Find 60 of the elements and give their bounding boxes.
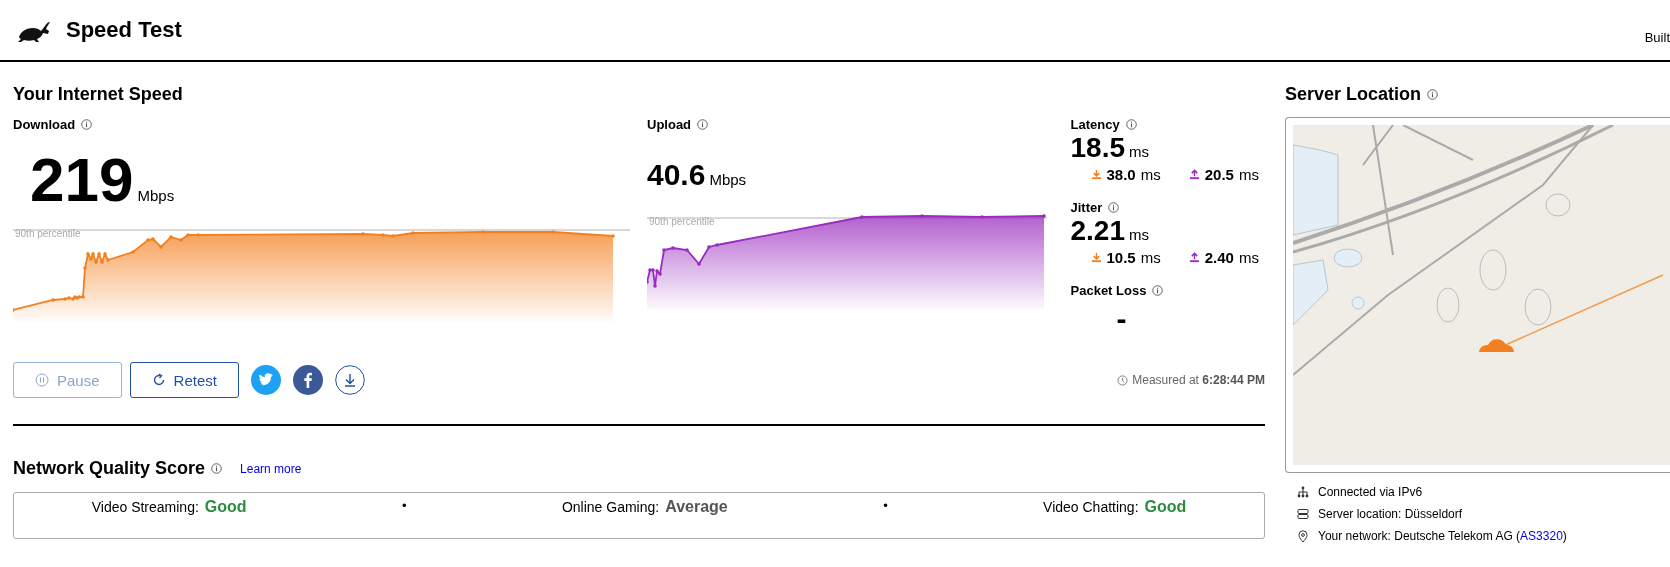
separator-dot: • <box>401 498 407 513</box>
score-label: Video Chatting: <box>1043 499 1139 515</box>
server-detail: Your network: Deutsche Telekom AG (AS3320) <box>1318 529 1567 543</box>
upload-latency: 2.40 ms <box>1204 249 1259 266</box>
latency-value: 18.5 <box>1070 132 1125 164</box>
clock-icon <box>1117 374 1129 386</box>
info-icon[interactable] <box>697 119 709 130</box>
packet-loss-value: - <box>1116 302 1127 335</box>
retest-button[interactable]: Retest <box>129 362 239 398</box>
info-icon[interactable] <box>81 119 93 130</box>
metric-label: Download <box>13 117 76 132</box>
measured-time: Measured at 6:28:44 PM <box>1132 373 1265 387</box>
server-detail: Server location: Düsseldorf <box>1318 507 1463 521</box>
download-icon[interactable] <box>334 365 365 395</box>
metric-label: Jitter <box>1070 200 1103 215</box>
section-title: Server Location <box>1285 83 1422 105</box>
learn-more-link[interactable]: Learn more <box>240 461 302 476</box>
score-rating: Good <box>204 498 247 516</box>
unit-label: Mbps <box>709 171 747 188</box>
score-label: Online Gaming: <box>561 499 660 515</box>
info-icon[interactable] <box>211 463 223 474</box>
unit-label: ms <box>1129 226 1149 243</box>
network-icon <box>1297 486 1309 498</box>
info-icon[interactable] <box>1152 285 1164 296</box>
section-title: Your Internet Speed <box>13 83 183 105</box>
download-latency: 10.5 ms <box>1106 249 1161 266</box>
score-label: Video Streaming: <box>91 499 199 515</box>
download-icon <box>1090 169 1102 180</box>
info-icon[interactable] <box>1108 202 1120 213</box>
server-detail: Connected via IPv6 <box>1318 485 1423 499</box>
unit-label: ms <box>1129 143 1149 160</box>
metric-label: Upload <box>647 117 692 132</box>
download-latency: 38.0 ms <box>1106 166 1161 183</box>
app-title: Speed Test <box>66 17 182 43</box>
upload-latency: 20.5 ms <box>1204 166 1259 183</box>
separator-dot: • <box>883 498 888 513</box>
upload-speed: 40.6 <box>647 158 706 192</box>
download-speed: 219 <box>30 144 134 215</box>
info-icon[interactable] <box>1125 119 1137 130</box>
asn-link[interactable]: AS3320 <box>1520 529 1563 543</box>
upload-icon <box>1188 252 1200 263</box>
built-text: Built <box>1644 30 1670 45</box>
percentile-label: 90th percentile <box>649 216 715 227</box>
score-rating: Average <box>665 498 728 516</box>
download-icon <box>1090 252 1102 263</box>
server-icon <box>1297 508 1309 520</box>
location-pin-icon <box>1297 529 1309 543</box>
metric-label: Packet Loss <box>1070 283 1147 298</box>
jitter-value: 2.21 <box>1070 215 1125 247</box>
metric-label: Latency <box>1070 117 1120 132</box>
upload-icon <box>1188 169 1200 180</box>
refresh-icon <box>151 373 166 387</box>
unit-label: Mbps <box>137 187 175 204</box>
facebook-icon[interactable] <box>292 365 323 395</box>
twitter-icon[interactable] <box>250 365 281 395</box>
percentile-label: 90th percentile <box>15 228 81 239</box>
score-rating: Good <box>1144 498 1187 516</box>
section-title: Network Quality Score <box>13 458 206 479</box>
pause-icon <box>35 373 49 387</box>
info-icon[interactable] <box>1427 88 1439 100</box>
